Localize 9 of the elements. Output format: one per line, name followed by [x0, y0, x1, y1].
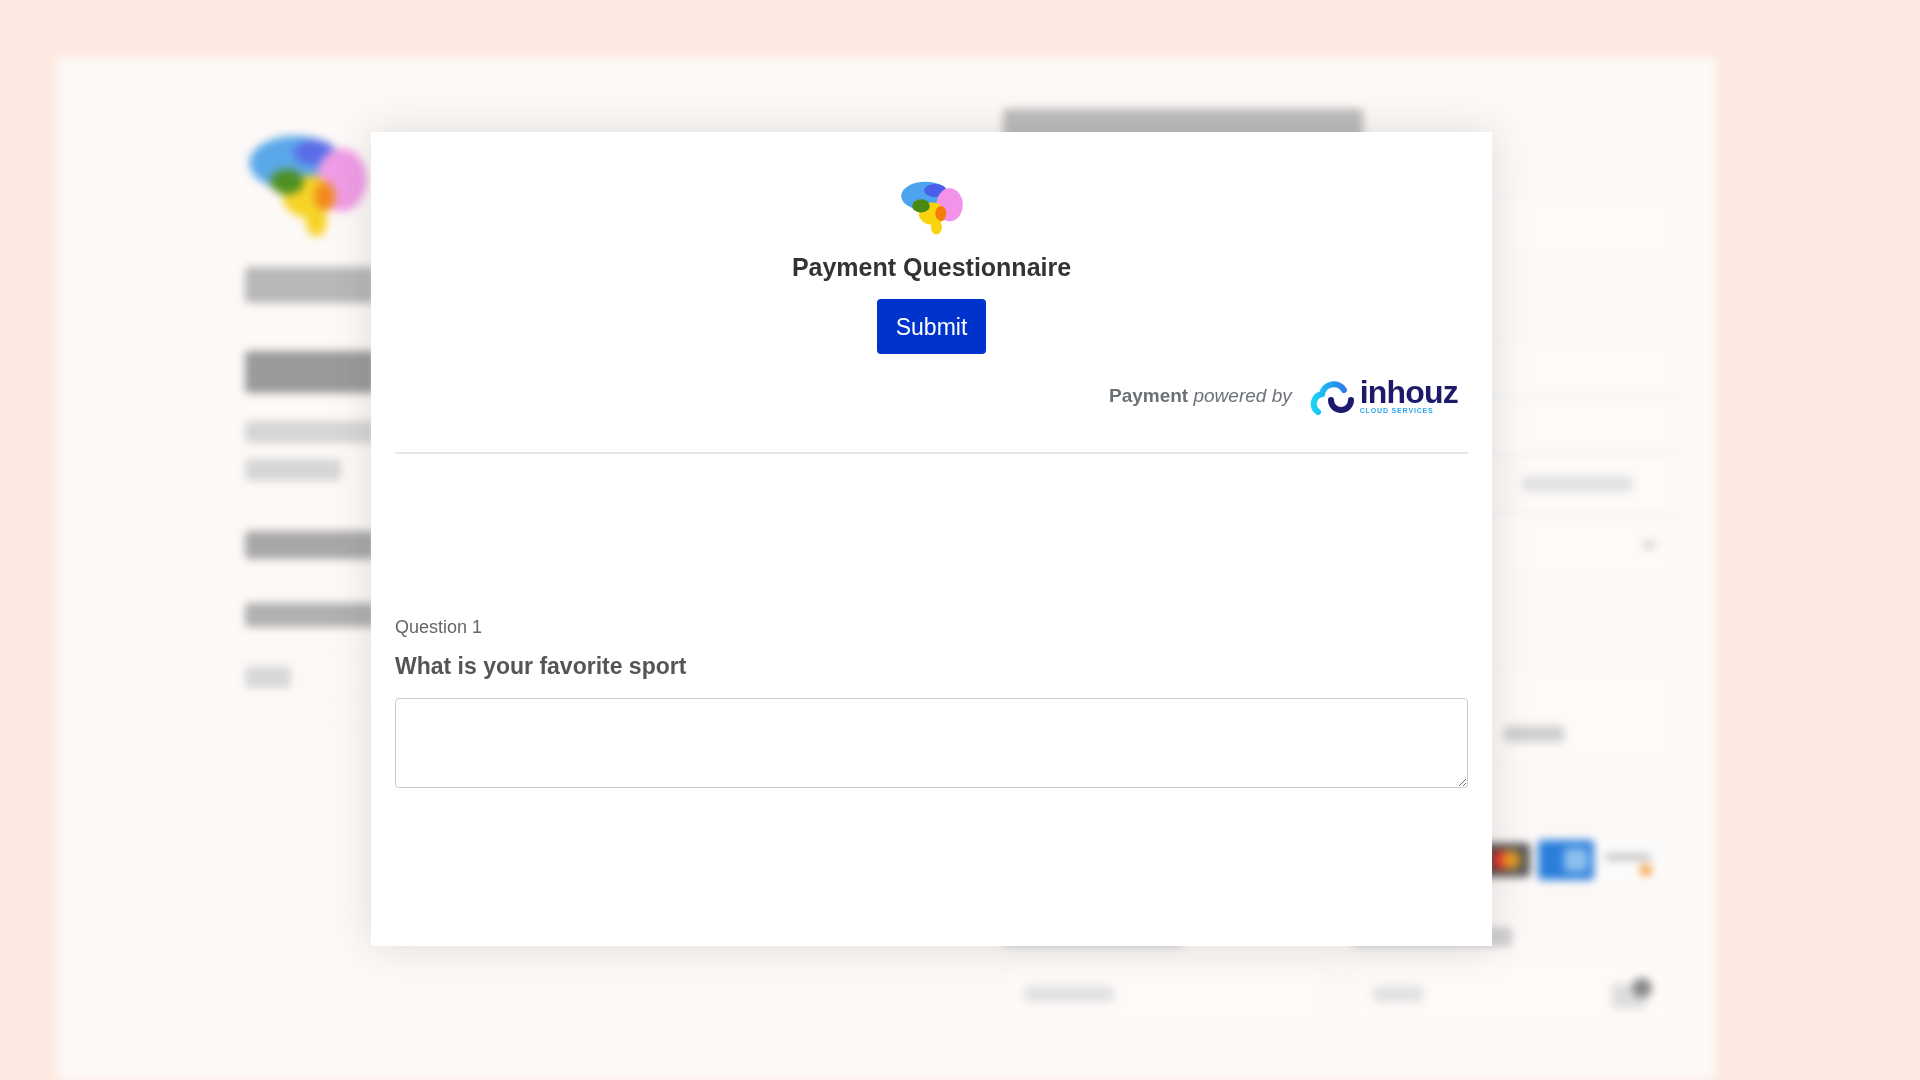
- blurred-text: [245, 666, 291, 688]
- dialog-title: Payment Questionnaire: [791, 252, 1072, 283]
- question-number: Question 1: [395, 616, 484, 640]
- answer-box[interactable]: [395, 697, 1468, 788]
- blurred-text: [1504, 726, 1564, 742]
- question-text: What is your favorite sport: [395, 652, 688, 682]
- powered-by-text: Payment powered by: [1109, 384, 1292, 408]
- card-brand-icon: [1538, 840, 1594, 880]
- submit-button[interactable]: Submit: [877, 299, 986, 355]
